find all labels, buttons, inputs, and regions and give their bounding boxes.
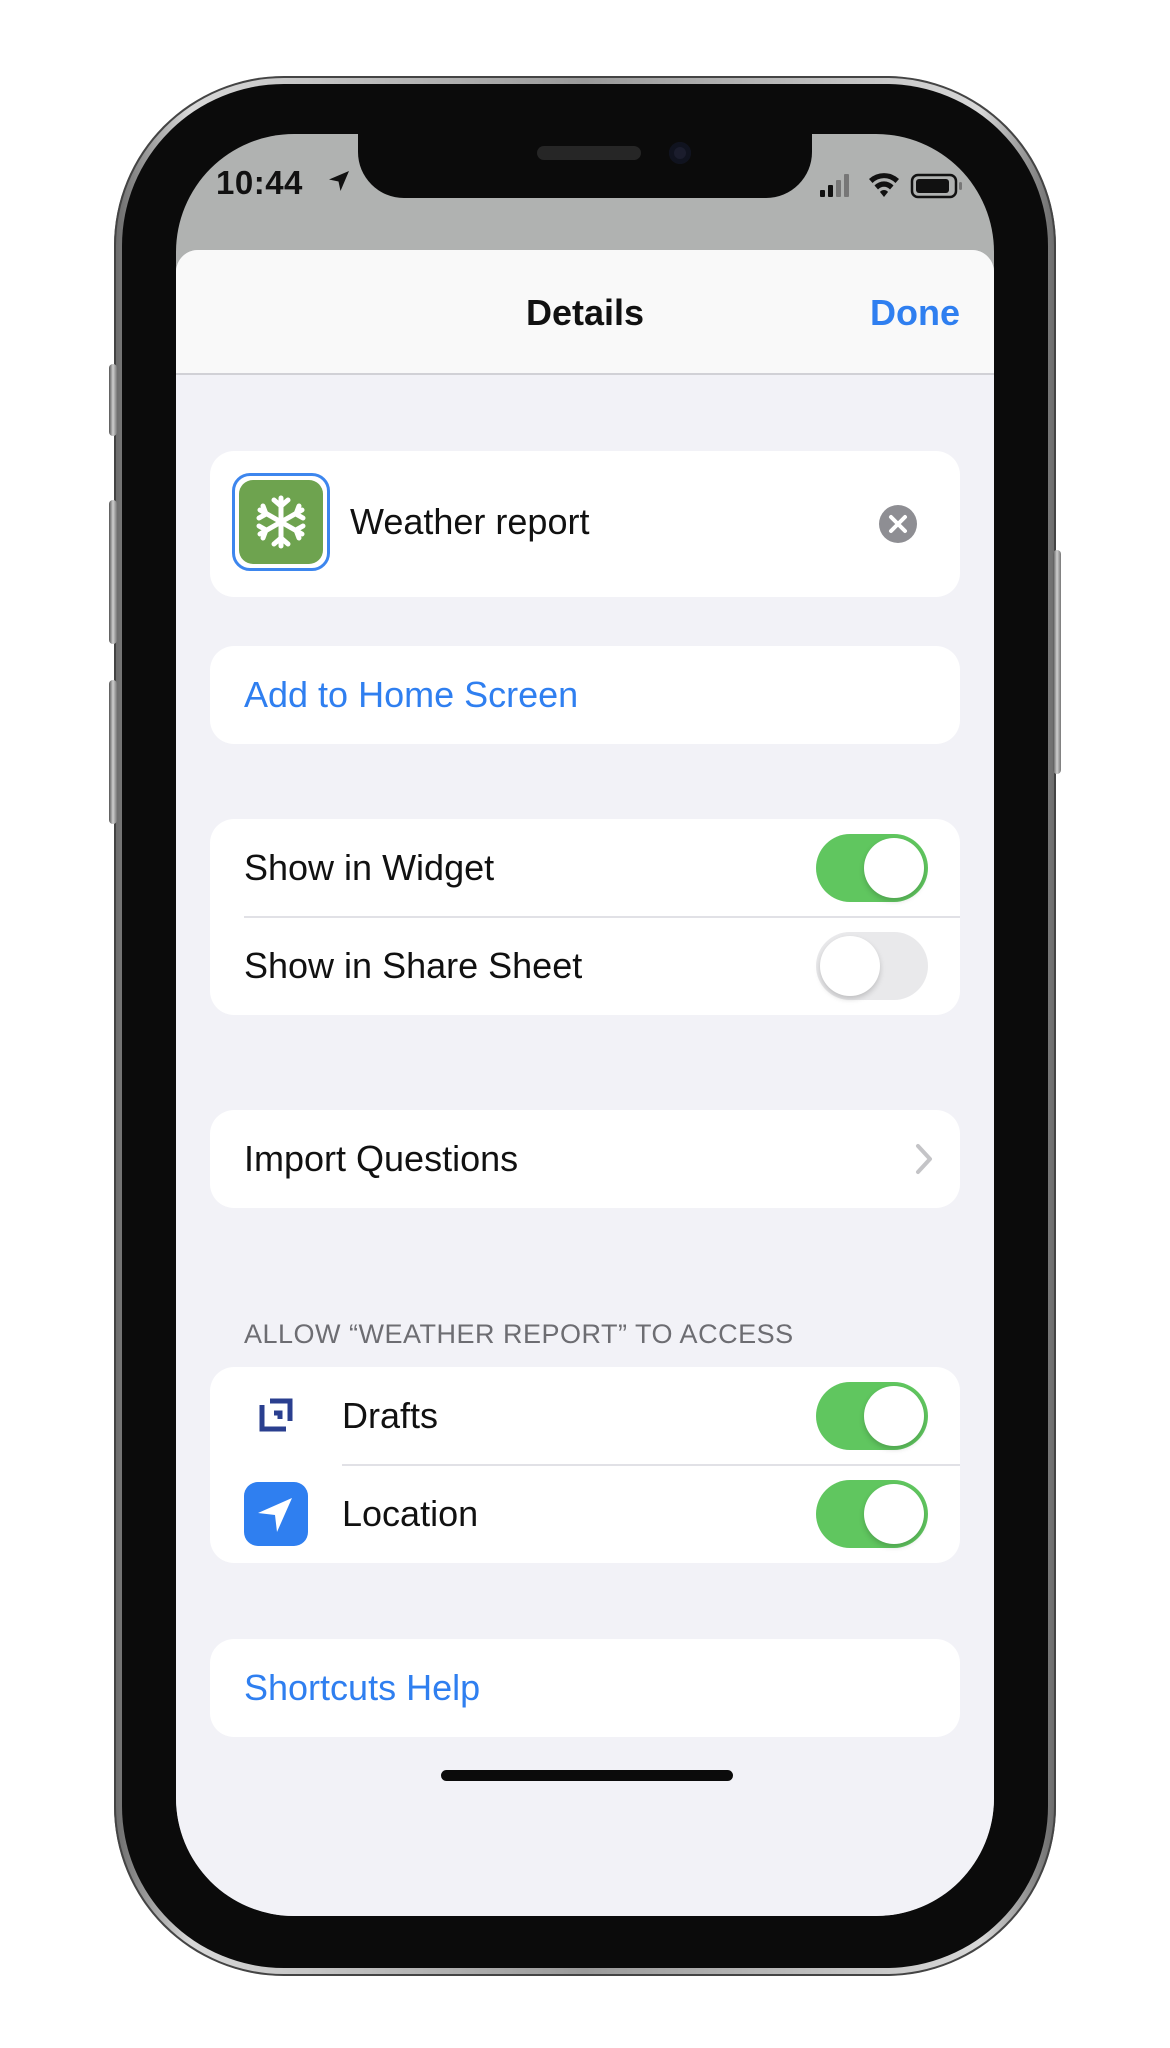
show-in-widget-toggle[interactable] — [816, 834, 928, 902]
volume-down-button — [109, 680, 117, 824]
location-arrow-icon — [244, 1482, 308, 1546]
toggle-knob — [864, 1484, 924, 1544]
home-indicator[interactable] — [441, 1770, 733, 1781]
shortcuts-help-label: Shortcuts Help — [244, 1667, 481, 1708]
power-button — [1053, 550, 1061, 774]
shortcuts-help-button[interactable]: Shortcuts Help — [210, 1639, 960, 1737]
import-questions-label: Import Questions — [244, 1138, 519, 1179]
show-in-share-sheet-toggle[interactable] — [816, 932, 928, 1000]
toggle-knob — [864, 1386, 924, 1446]
clear-text-icon[interactable] — [878, 504, 918, 544]
show-in-widget-label: Show in Widget — [244, 847, 495, 888]
visibility-card: Show in Widget Show in Share Sheet — [210, 819, 960, 1015]
screen: 10:44 Details Done Weather report Add to… — [176, 134, 994, 1916]
snowflake-icon — [239, 480, 323, 564]
drafts-label: Drafts — [342, 1395, 439, 1436]
row-divider — [342, 1464, 960, 1466]
add-to-home-screen-label: Add to Home Screen — [244, 674, 579, 715]
add-to-home-screen-button[interactable]: Add to Home Screen — [210, 646, 960, 744]
battery-icon — [910, 173, 962, 199]
done-button[interactable]: Done — [870, 292, 960, 334]
notch — [358, 134, 812, 198]
navigation-bar: Details Done — [176, 250, 994, 375]
toggle-knob — [820, 936, 880, 996]
show-in-share-sheet-label: Show in Share Sheet — [244, 945, 583, 986]
drafts-icon — [259, 1398, 293, 1432]
status-time: 10:44 — [216, 164, 303, 201]
details-sheet: Details Done Weather report Add to Home … — [176, 250, 994, 1916]
location-label: Location — [342, 1493, 479, 1534]
shortcut-name-field[interactable]: Weather report — [350, 501, 589, 543]
front-camera — [669, 142, 691, 164]
toggle-knob — [864, 838, 924, 898]
row-divider — [244, 916, 960, 918]
status-indicators — [820, 173, 962, 199]
access-card: Drafts Location — [210, 1367, 960, 1563]
shortcut-icon-button[interactable] — [232, 473, 330, 571]
access-section-header: ALLOW “WEATHER REPORT” TO ACCESS — [244, 1319, 794, 1349]
location-access-toggle[interactable] — [816, 1480, 928, 1548]
import-questions-row[interactable]: Import Questions — [210, 1110, 960, 1208]
drafts-access-toggle[interactable] — [816, 1382, 928, 1450]
shortcut-name-card: Weather report — [210, 451, 960, 597]
location-services-icon — [329, 171, 349, 191]
silent-switch — [109, 364, 117, 436]
chevron-right-icon — [916, 1144, 932, 1174]
volume-up-button — [109, 500, 117, 644]
earpiece-speaker — [537, 146, 641, 160]
cellular-signal-icon — [820, 174, 849, 197]
wifi-icon — [869, 173, 899, 197]
